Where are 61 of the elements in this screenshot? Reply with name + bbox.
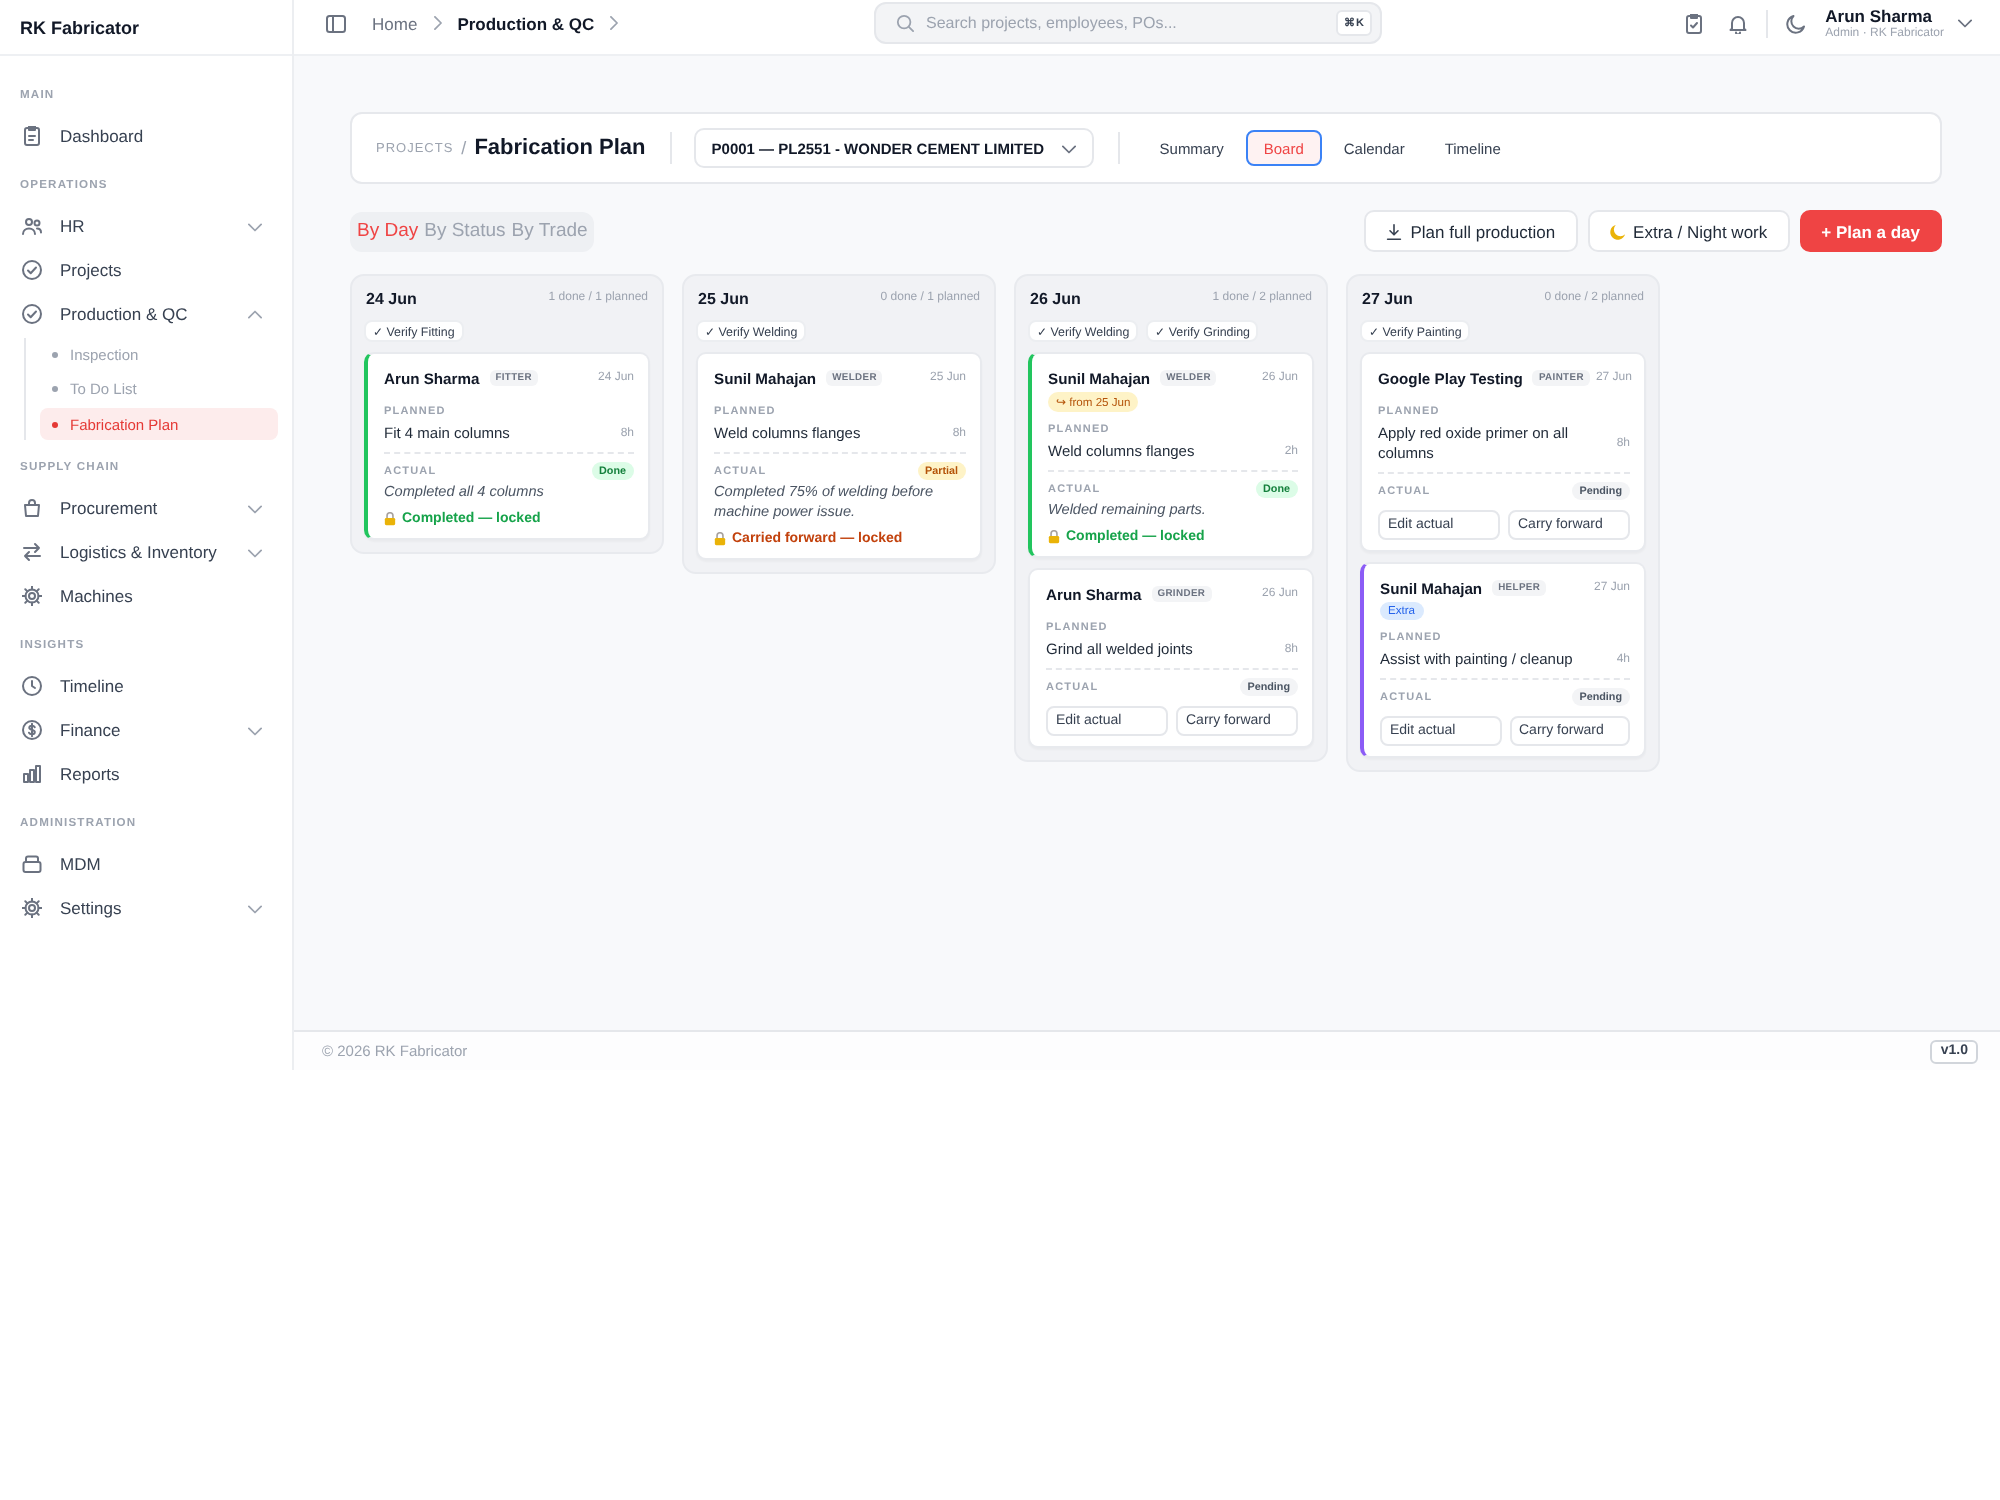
bag-icon <box>22 498 42 518</box>
brand-name: RK Fabricator <box>20 17 140 37</box>
lock-icon <box>1048 529 1060 543</box>
bell-icon[interactable] <box>1727 13 1748 33</box>
clipboard-icon <box>22 126 42 146</box>
chevron-down-icon[interactable] <box>248 901 262 915</box>
nav-item[interactable]: Finance <box>14 708 278 752</box>
nav-item[interactable]: Timeline <box>14 664 278 708</box>
moon-icon <box>1609 223 1626 239</box>
column-date: 26 Jun <box>1030 289 1081 307</box>
clock-icon <box>22 676 42 696</box>
lock-icon <box>714 531 726 545</box>
sidebar-toggle-icon[interactable] <box>326 13 346 33</box>
bullet-icon <box>52 421 58 427</box>
moon-icon[interactable] <box>1785 13 1806 33</box>
check-circle-icon <box>22 304 42 324</box>
user-name: Arun Sharma <box>1825 5 1935 25</box>
gear-icon <box>22 586 42 606</box>
page-title: Fabrication Plan <box>474 136 646 160</box>
settings-icon <box>22 898 42 918</box>
nav-item[interactable]: Settings <box>14 886 278 930</box>
dollar-icon <box>22 720 42 740</box>
swap-arrows-icon <box>22 542 42 562</box>
lock-icon <box>384 511 396 525</box>
nav-item[interactable]: Projects <box>14 248 278 292</box>
people-icon <box>22 216 42 236</box>
column-date: 27 Jun <box>1362 289 1413 307</box>
toolbar-button[interactable]: Extra / Night work <box>1587 210 1790 252</box>
chevron-down-icon[interactable] <box>248 219 262 233</box>
chevron-right-icon <box>431 16 444 30</box>
bar-chart-icon <box>22 764 42 784</box>
nav-item[interactable]: Production & QC <box>14 292 278 336</box>
nav-item[interactable]: Procurement <box>14 486 278 530</box>
nav-item[interactable]: Reports <box>14 752 278 796</box>
column-date: 25 Jun <box>698 289 749 307</box>
chevron-up-icon[interactable] <box>248 307 262 321</box>
breadcrumb-link[interactable]: Home <box>372 13 418 33</box>
download-icon <box>1386 223 1403 239</box>
bullet-icon <box>52 351 58 357</box>
nav-item[interactable]: Machines <box>14 574 278 618</box>
chevron-right-icon <box>608 16 621 30</box>
search-icon <box>896 14 914 32</box>
nav-item[interactable]: Logistics & Inventory <box>14 530 278 574</box>
search-input[interactable]: Search projects, employees, POs... <box>926 14 1325 32</box>
toolbar-button[interactable]: + Plan a day <box>1799 210 1942 252</box>
chevron-down-icon <box>1061 141 1076 155</box>
chevron-down-icon[interactable] <box>248 501 262 515</box>
bullet-icon <box>52 386 58 392</box>
nav-item[interactable]: MDM <box>14 842 278 886</box>
chevron-down-icon[interactable] <box>248 723 262 737</box>
chevron-down-icon[interactable] <box>1958 16 1972 30</box>
nav-item[interactable]: HR <box>14 204 278 248</box>
current-page-crumb: Production & QC <box>457 13 595 33</box>
clipboard-check-icon[interactable] <box>1683 13 1704 33</box>
box-icon <box>22 854 42 874</box>
breadcrumb-separator: / <box>461 138 467 158</box>
nav-item[interactable]: Dashboard <box>14 114 278 158</box>
column-date: 24 Jun <box>366 289 417 307</box>
toolbar-button[interactable]: Plan full production <box>1364 210 1578 252</box>
chevron-down-icon[interactable] <box>248 545 262 559</box>
check-circle-icon <box>22 260 42 280</box>
